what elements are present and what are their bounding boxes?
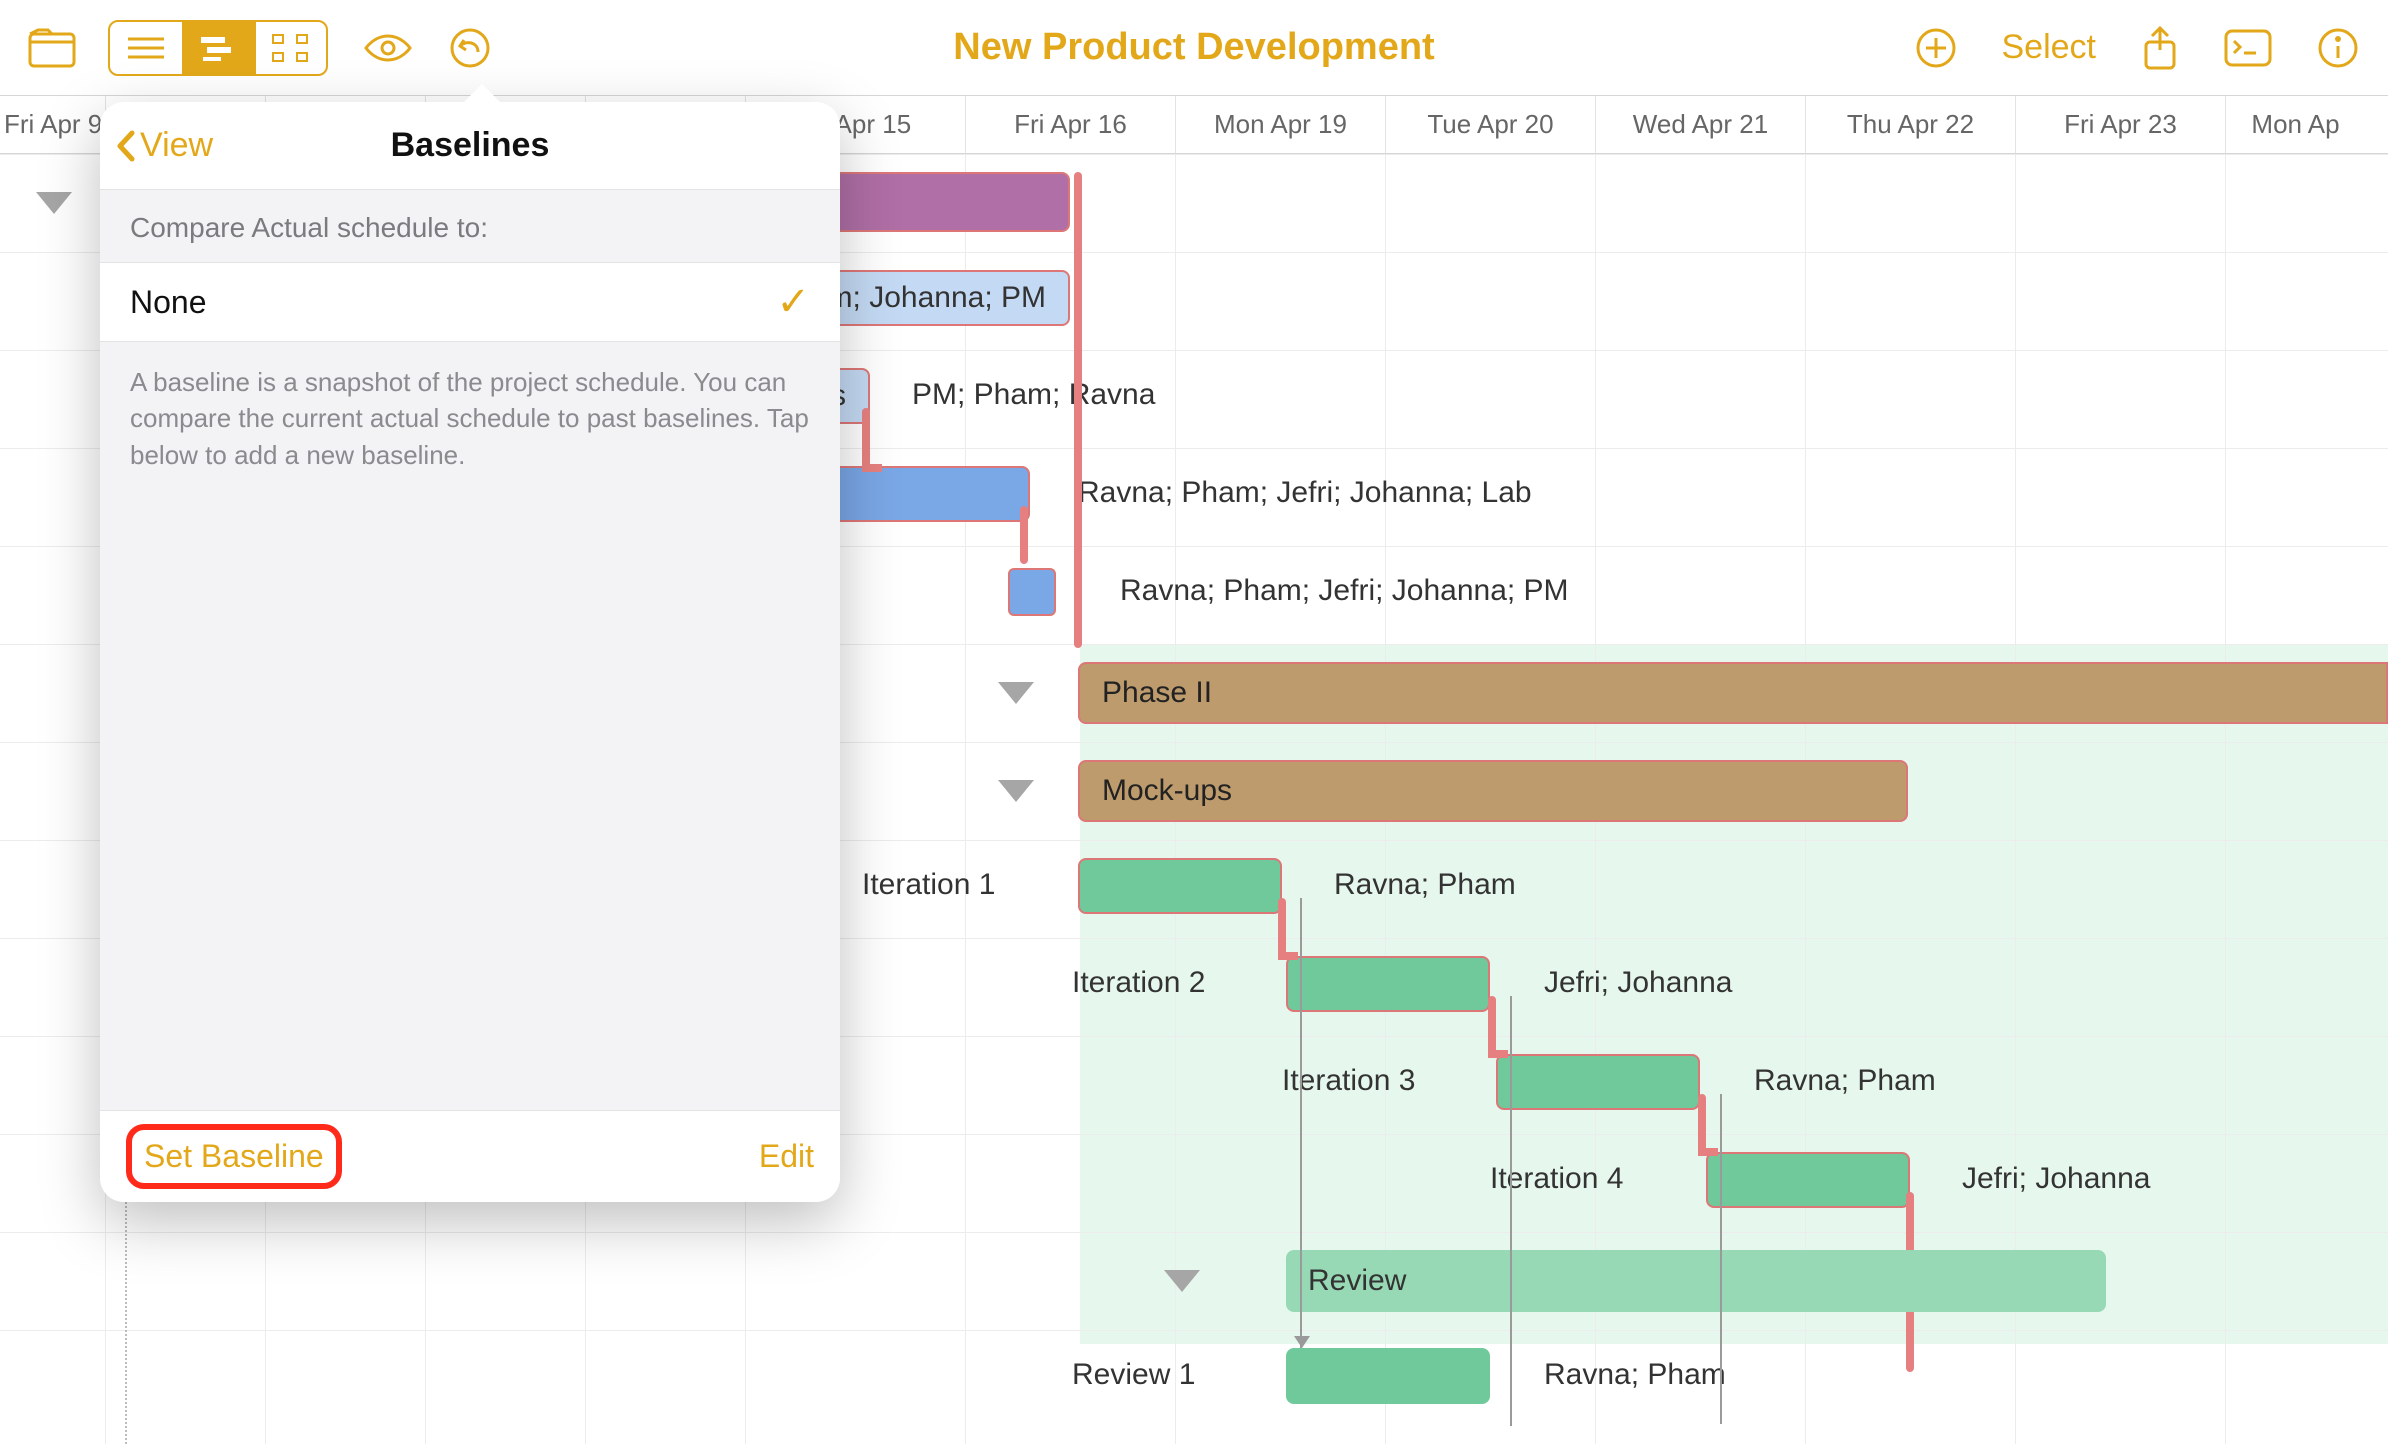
task-bar[interactable] (1286, 956, 1490, 1012)
date-cell: Mon Ap (2225, 96, 2365, 153)
option-label: None (130, 284, 207, 321)
seg-gantt[interactable] (182, 22, 254, 74)
task-bar-group[interactable]: Review (1286, 1250, 2106, 1312)
view-options-icon[interactable] (360, 28, 416, 68)
undo-icon[interactable] (448, 26, 492, 70)
task-label: Review 1 (1072, 1358, 1195, 1392)
date-cell: Thu Apr 22 (1805, 96, 2015, 153)
task-label: Review (1308, 1264, 1406, 1298)
date-cell: Mon Apr 19 (1175, 96, 1385, 153)
date-cell: Fri Apr 16 (965, 96, 1175, 153)
date-cell: Tue Apr 20 (1385, 96, 1595, 153)
back-button[interactable]: View (100, 126, 213, 165)
task-assignees: Ravna; Pham; Jefri; Johanna; Lab (1078, 476, 1532, 510)
task-label: Mock-ups (1102, 774, 1232, 808)
task-assignees: Ravna; Pham (1754, 1064, 1936, 1098)
task-bar[interactable] (1286, 1348, 1490, 1404)
task-assignees: Ravna; Pham; Jefri; Johanna; PM (1120, 574, 1569, 608)
task-bar[interactable] (1496, 1054, 1700, 1110)
task-label: Iteration 3 (1282, 1064, 1415, 1098)
task-bar[interactable] (1078, 858, 1282, 914)
task-bar-group[interactable]: Mock-ups (1078, 760, 1908, 822)
seg-network[interactable] (254, 22, 326, 74)
date-cell: Fri Apr 9 (0, 96, 105, 153)
set-baseline-button[interactable]: Set Baseline (126, 1124, 342, 1189)
popover-title: Baselines (391, 126, 550, 165)
toolbar: New Product Development Select (0, 0, 2388, 96)
date-cell: Fri Apr 23 (2015, 96, 2225, 153)
edit-button[interactable]: Edit (759, 1138, 814, 1175)
task-bar[interactable] (1706, 1152, 1910, 1208)
seg-list[interactable] (110, 22, 182, 74)
task-label: Iteration 1 (862, 868, 995, 902)
checkmark-icon: ✓ (776, 279, 810, 325)
task-label: Phase II (1102, 676, 1212, 710)
task-assignees: Jefri; Johanna (1962, 1162, 2150, 1196)
select-button[interactable]: Select (2002, 28, 2097, 67)
add-icon[interactable] (1914, 26, 1958, 70)
documents-icon[interactable] (28, 28, 76, 68)
document-title[interactable]: New Product Development (953, 26, 1434, 69)
back-label: View (140, 126, 213, 165)
view-mode-segment[interactable] (108, 20, 328, 76)
task-assignees: PM; Pham; Ravna (912, 378, 1155, 412)
task-label: Iteration 2 (1072, 966, 1205, 1000)
disclosure-icon[interactable] (998, 780, 1034, 802)
disclosure-icon[interactable] (36, 192, 72, 214)
share-icon[interactable] (2140, 24, 2180, 72)
console-icon[interactable] (2224, 29, 2272, 67)
baselines-popover: View Baselines Compare Actual schedule t… (100, 102, 840, 1202)
disclosure-icon[interactable] (1164, 1270, 1200, 1292)
info-icon[interactable] (2316, 26, 2360, 70)
task-bar-phase[interactable]: Phase II (1078, 662, 2388, 724)
date-cell: Wed Apr 21 (1595, 96, 1805, 153)
task-assignees: Jefri; Johanna (1544, 966, 1732, 1000)
task-assignees: Ravna; Pham (1334, 868, 1516, 902)
baseline-description: A baseline is a snapshot of the project … (100, 342, 840, 495)
section-label: Compare Actual schedule to: (100, 190, 840, 262)
baseline-option-none[interactable]: None ✓ (100, 262, 840, 342)
task-assignees: Ravna; Pham (1544, 1358, 1726, 1392)
disclosure-icon[interactable] (998, 682, 1034, 704)
milestone[interactable] (1008, 568, 1056, 616)
